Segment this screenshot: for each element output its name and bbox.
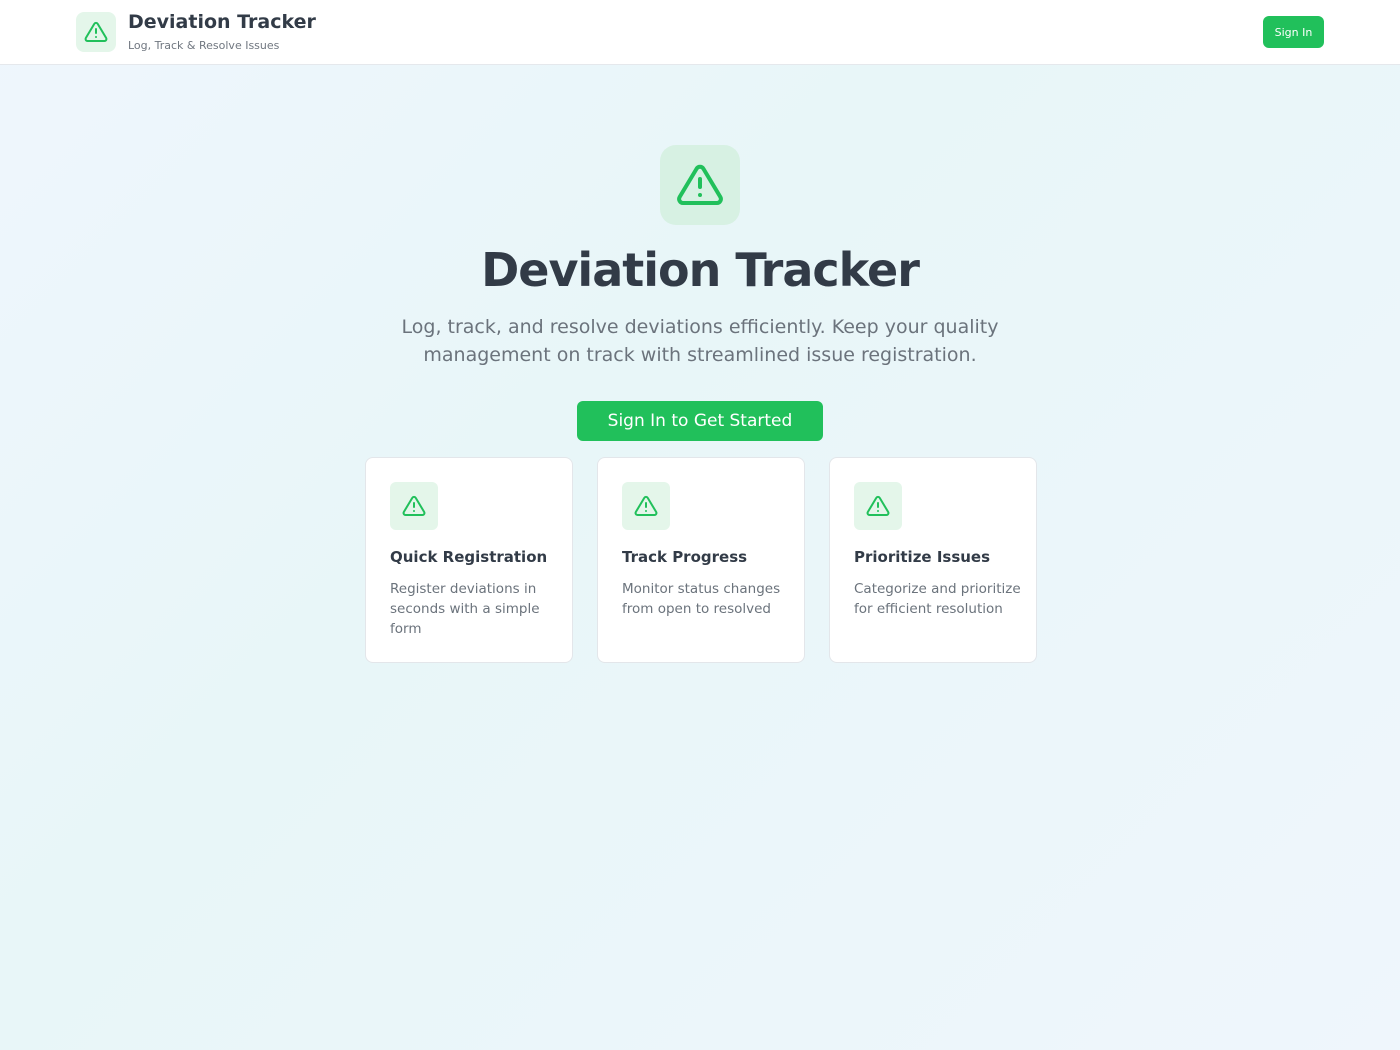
hero-description: Log, track, and resolve deviations effic… [401, 316, 999, 366]
warning-triangle-icon [660, 145, 740, 225]
feature-description: Monitor status changes from open to reso… [622, 581, 781, 617]
feature-title: Prioritize Issues [854, 548, 991, 566]
warning-triangle-icon [76, 12, 116, 52]
feature-title: Quick Registration [390, 548, 548, 566]
warning-triangle-icon [390, 482, 438, 530]
get-started-button[interactable]: Sign In to Get Started [577, 401, 823, 441]
header-sign-in-button[interactable]: Sign In [1263, 16, 1324, 48]
feature-card-prioritize-issues: Prioritize Issues Categorize and priorit… [829, 457, 1037, 663]
app-header: Deviation Tracker Log, Track & Resolve I… [0, 0, 1400, 65]
feature-description: Categorize and prioritize for efficient … [854, 581, 1021, 617]
feature-card-quick-registration: Quick Registration Register deviations i… [365, 457, 573, 663]
warning-triangle-icon [622, 482, 670, 530]
app-title: Deviation Tracker [128, 11, 316, 33]
feature-card-track-progress: Track Progress Monitor status changes fr… [597, 457, 805, 663]
feature-description: Register deviations in seconds with a si… [390, 581, 540, 637]
hero-title: Deviation Tracker [481, 243, 920, 297]
feature-title: Track Progress [622, 548, 748, 566]
app-subtitle: Log, Track & Resolve Issues [128, 39, 280, 52]
warning-triangle-icon [854, 482, 902, 530]
